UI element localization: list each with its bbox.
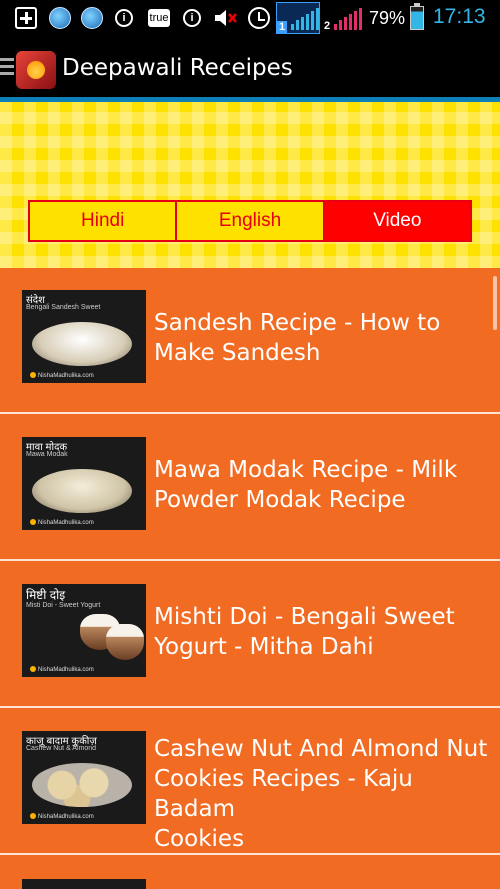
battery-percent: 79% — [369, 8, 406, 28]
list-item[interactable]: संदेश Bengali Sandesh Sweet NishaMadhuli… — [0, 268, 500, 413]
list-divider — [0, 706, 500, 708]
thumbnail-subcaption: Mawa Modak — [26, 451, 68, 458]
header-banner: Hindi English Video — [0, 102, 500, 268]
item-title: Mishti Doi - Bengali Sweet Yogurt - Mith… — [154, 602, 500, 662]
battery-icon — [410, 3, 424, 30]
video-thumbnail: मिष्टी दोइ Misti Doi - Sweet Yogurt Nish… — [22, 584, 146, 677]
item-title-line: Powder Modak Recipe — [154, 487, 406, 513]
signal-sim1-icon: 1 — [276, 2, 320, 34]
video-thumbnail: संदेश Bengali Sandesh Sweet NishaMadhuli… — [22, 290, 146, 383]
thumbnail-subcaption: Misti Doi - Sweet Yogurt — [26, 602, 101, 609]
info-icon: i — [182, 4, 202, 32]
list-divider — [0, 853, 500, 855]
video-thumbnail: काजू बादाम कुकीज़ Cashew Nut & Almond Ni… — [22, 731, 146, 824]
item-title-line: Make Sandesh — [154, 340, 321, 366]
video-thumbnail — [22, 879, 146, 889]
tab-english[interactable]: English — [175, 202, 323, 240]
plus-box-icon — [14, 4, 38, 32]
globe-icon — [80, 4, 104, 32]
list-divider — [0, 559, 500, 561]
signal-sim2-icon: 2 — [322, 4, 364, 32]
true-icon: true — [146, 4, 172, 32]
item-title: Mawa Modak Recipe - Milk Powder Modak Re… — [154, 455, 500, 515]
thumbnail-watermark: NishaMadhulika.com — [30, 813, 94, 820]
clock: 17:13 — [433, 5, 486, 28]
thumbnail-watermark: NishaMadhulika.com — [30, 519, 94, 526]
language-tabs: Hindi English Video — [28, 200, 472, 242]
item-title-line: Cookies — [154, 826, 245, 852]
item-title-line: Cookies Recipes - Kaju Badam — [154, 766, 413, 822]
list-divider — [0, 412, 500, 414]
thumbnail-watermark: NishaMadhulika.com — [30, 372, 94, 379]
recipe-list[interactable]: संदेश Bengali Sandesh Sweet NishaMadhuli… — [0, 268, 500, 889]
item-title: Sandesh Recipe - How to Make Sandesh — [154, 308, 500, 368]
thumbnail-watermark: NishaMadhulika.com — [30, 666, 94, 673]
item-title-line: Yogurt - Mitha Dahi — [154, 634, 374, 660]
action-bar: Deepawali Receipes — [0, 36, 500, 102]
item-title-line: Cashew Nut And Almond Nut — [154, 736, 488, 762]
video-thumbnail: मावा मोदक Mawa Modak NishaMadhulika.com — [22, 437, 146, 530]
list-item[interactable]: मिष्टी दोइ Misti Doi - Sweet Yogurt Nish… — [0, 562, 500, 707]
item-title: Cashew Nut And Almond Nut Cookies Recipe… — [154, 734, 500, 854]
sim2-label: 2 — [323, 20, 331, 32]
list-item[interactable]: मावा मोदक Mawa Modak NishaMadhulika.com … — [0, 415, 500, 560]
thumbnail-subcaption: Cashew Nut & Almond — [26, 745, 97, 752]
app-logo-icon[interactable] — [16, 51, 56, 89]
thumbnail-caption: मिष्टी दोइ — [26, 588, 66, 602]
true-label: true — [147, 9, 171, 27]
drawer-menu-icon[interactable] — [0, 58, 14, 80]
status-bar: i true i 1 2 79% 17:13 — [0, 0, 500, 36]
list-scrollbar[interactable] — [493, 276, 497, 330]
volume-muted-icon — [212, 4, 240, 32]
app-title: Deepawali Receipes — [62, 55, 293, 81]
globe-icon — [48, 4, 72, 32]
item-title-line: Sandesh Recipe - How to — [154, 310, 441, 336]
tab-hindi[interactable]: Hindi — [30, 202, 176, 240]
item-title-line: Mawa Modak Recipe - Milk — [154, 457, 458, 483]
info-icon: i — [114, 4, 134, 32]
sim1-label: 1 — [276, 21, 288, 33]
alarm-icon — [246, 4, 272, 32]
tab-video[interactable]: Video — [322, 202, 470, 240]
item-title-line: Mishti Doi - Bengali Sweet — [154, 604, 455, 630]
thumbnail-subcaption: Bengali Sandesh Sweet — [26, 304, 101, 311]
list-item[interactable]: काजू बादाम कुकीज़ Cashew Nut & Almond Ni… — [0, 709, 500, 854]
